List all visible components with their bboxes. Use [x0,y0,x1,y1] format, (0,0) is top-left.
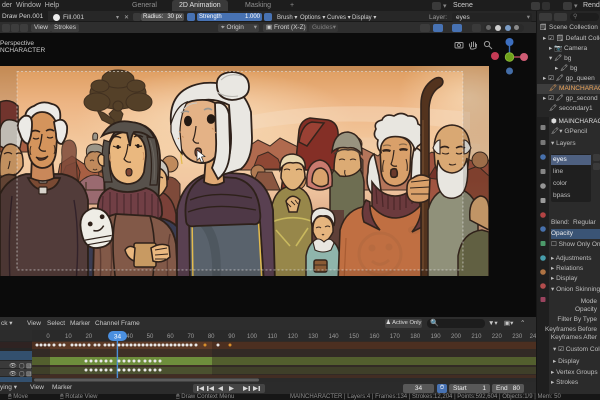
svg-text:👁: 👁 [9,371,17,378]
svg-text:▧: ▧ [26,372,32,378]
svg-text:▧: ▧ [26,364,32,370]
svg-text:40: 40 [126,334,133,340]
svg-text:90: 90 [228,334,235,340]
svg-text:170: 170 [390,334,401,340]
svg-text:60: 60 [167,334,174,340]
svg-text:220: 220 [492,334,503,340]
svg-text:▢: ▢ [19,372,25,378]
svg-text:210: 210 [471,334,482,340]
svg-text:100: 100 [247,334,258,340]
svg-text:70: 70 [187,334,194,340]
svg-text:230: 230 [512,334,523,340]
svg-text:150: 150 [349,334,360,340]
svg-text:180: 180 [410,334,421,340]
svg-text:190: 190 [431,334,442,340]
svg-text:120: 120 [288,334,299,340]
svg-text:▢: ▢ [19,364,25,370]
svg-text:80: 80 [208,334,215,340]
svg-text:50: 50 [147,334,154,340]
svg-text:34: 34 [114,334,122,341]
svg-text:130: 130 [308,334,319,340]
svg-text:200: 200 [451,334,462,340]
svg-text:160: 160 [369,334,380,340]
svg-text:10: 10 [65,334,72,340]
svg-text:24: 24 [530,334,536,340]
svg-text:140: 140 [329,334,340,340]
svg-text:20: 20 [85,334,92,340]
svg-text:👁: 👁 [9,363,17,370]
svg-text:110: 110 [268,334,278,340]
